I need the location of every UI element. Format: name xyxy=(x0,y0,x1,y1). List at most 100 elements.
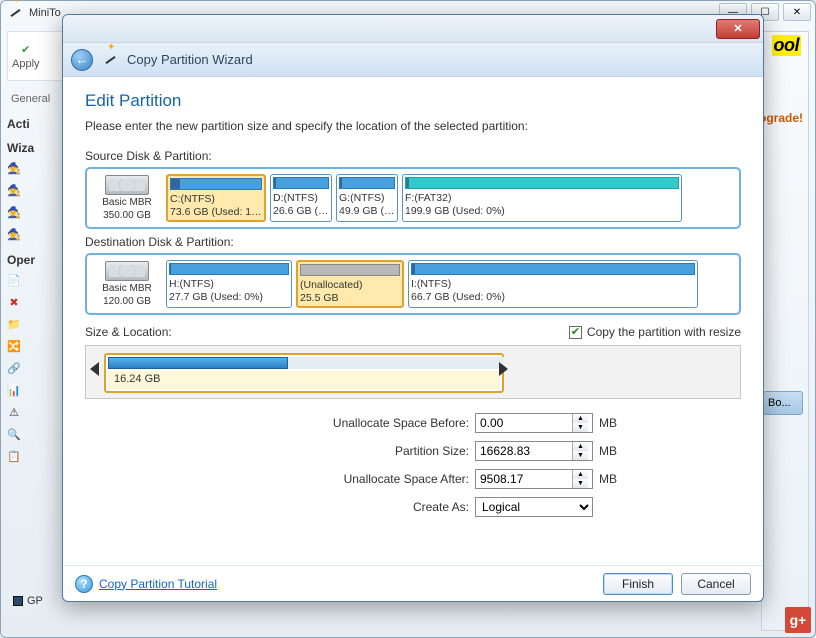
dialog-titlebar: ✕ xyxy=(63,15,763,43)
partition-block[interactable]: F:(FAT32)199.9 GB (Used: 0%) xyxy=(402,174,682,222)
apply-button[interactable]: ✔ Apply xyxy=(12,42,40,70)
dialog-footer: ? Copy Partition Tutorial Finish Cancel xyxy=(63,565,763,601)
check-icon: ✔ xyxy=(19,42,33,56)
tutorial-link[interactable]: Copy Partition Tutorial xyxy=(99,577,217,591)
partition-block[interactable]: C:(NTFS)73.6 GB (Used: 10% xyxy=(166,174,266,222)
input-partition-size[interactable]: ▲▼ xyxy=(475,441,593,461)
source-section-label: Source Disk & Partition: xyxy=(85,149,741,163)
create-as-select[interactable]: Logical xyxy=(475,497,593,517)
slider-value-label: 16.24 GB xyxy=(114,373,160,385)
space-before-field[interactable] xyxy=(476,414,572,432)
slider-handle-right[interactable] xyxy=(499,362,508,376)
disk-icon xyxy=(105,175,149,195)
partition-label: (Unallocated) xyxy=(300,279,400,292)
partition-block[interactable]: G:(NTFS)49.9 GB (Used xyxy=(336,174,398,222)
copy-with-resize-label: Copy the partition with resize xyxy=(587,325,741,339)
page-title: Edit Partition xyxy=(85,91,741,111)
partition-bar xyxy=(273,177,329,189)
row-create-as: Create As: Logical xyxy=(413,497,621,517)
sidebar-item[interactable]: 🧙 xyxy=(7,225,67,243)
op-icon: 🔀 xyxy=(7,339,21,353)
op-icon: 📋 xyxy=(7,449,21,463)
partition-size-field[interactable] xyxy=(476,442,572,460)
sidebar-item[interactable]: 🔀 xyxy=(7,337,67,355)
partition-label: D:(NTFS) xyxy=(273,192,329,205)
copy-with-resize-checkbox[interactable]: ✔ Copy the partition with resize xyxy=(569,325,741,339)
dialog-header: ← ✦ Copy Partition Wizard xyxy=(63,43,763,77)
partition-block[interactable]: D:(NTFS)26.6 GB (Used xyxy=(270,174,332,222)
partition-block[interactable]: I:(NTFS)66.7 GB (Used: 0%) xyxy=(408,260,698,308)
apply-label: Apply xyxy=(12,58,40,70)
partition-label: I:(NTFS) xyxy=(411,278,695,291)
dialog-body: Edit Partition Please enter the new part… xyxy=(63,77,763,565)
slider-range[interactable]: 16.24 GB xyxy=(104,353,504,393)
tab-general[interactable]: General xyxy=(7,91,67,107)
spin-up[interactable]: ▲ xyxy=(573,470,588,479)
dialog-close-button[interactable]: ✕ xyxy=(716,19,760,39)
partition-bar xyxy=(339,177,395,189)
slider-handle-left[interactable] xyxy=(90,362,99,376)
op-icon: 📄 xyxy=(7,273,21,287)
partition-sublabel: 49.9 GB (Used xyxy=(339,205,395,218)
sidebar-item[interactable]: 🔗 xyxy=(7,359,67,377)
sidebar-item[interactable]: 🔍 xyxy=(7,425,67,443)
op-icon: 🔗 xyxy=(7,361,21,375)
app-icon: ✦ xyxy=(6,4,24,22)
bo-button[interactable]: Bo... xyxy=(763,391,803,415)
partition-label: F:(FAT32) xyxy=(405,192,679,205)
upgrade-label[interactable]: ograde! xyxy=(759,111,803,125)
disk-size: 120.00 GB xyxy=(103,296,151,307)
partition-label: C:(NTFS) xyxy=(170,193,262,206)
parent-title-text: MiniTo xyxy=(29,7,61,19)
partition-bar xyxy=(405,177,679,189)
sidebar-item[interactable]: ⚠ xyxy=(7,403,67,421)
sidebar-item[interactable]: 🧙 xyxy=(7,181,67,199)
unit-label: MB xyxy=(599,472,621,486)
googleplus-button[interactable]: g+ xyxy=(785,607,811,633)
input-space-after[interactable]: ▲▼ xyxy=(475,469,593,489)
sidebar-item[interactable]: 📁 xyxy=(7,315,67,333)
parent-toolbar: ✔ Apply xyxy=(7,31,67,81)
sidebar-item[interactable]: ✖ xyxy=(7,293,67,311)
parent-close-button[interactable]: ✕ xyxy=(783,3,811,21)
dest-section-label: Destination Disk & Partition: xyxy=(85,235,741,249)
parent-title: ✦ MiniTo xyxy=(6,4,61,22)
partition-label: G:(NTFS) xyxy=(339,192,395,205)
dialog-header-title: Copy Partition Wizard xyxy=(127,52,253,67)
help-icon[interactable]: ? xyxy=(75,575,93,593)
spin-up[interactable]: ▲ xyxy=(573,414,588,423)
spin-down[interactable]: ▼ xyxy=(573,423,588,432)
partition-sublabel: 27.7 GB (Used: 0%) xyxy=(169,291,289,304)
partition-slider[interactable]: 16.24 GB xyxy=(85,345,741,399)
dest-disk-row: Basic MBR 120.00 GB H:(NTFS)27.7 GB (Use… xyxy=(85,253,741,315)
checkbox-icon: ✔ xyxy=(569,326,582,339)
partition-block[interactable]: H:(NTFS)27.7 GB (Used: 0%) xyxy=(166,260,292,308)
size-location-row: Size & Location: ✔ Copy the partition wi… xyxy=(85,325,741,339)
gp-label: GP xyxy=(27,595,43,607)
spin-up[interactable]: ▲ xyxy=(573,442,588,451)
sidebar-item[interactable]: 📋 xyxy=(7,447,67,465)
partition-block[interactable]: (Unallocated)25.5 GB xyxy=(296,260,404,308)
op-icon: 📊 xyxy=(7,383,21,397)
wizard-icon: 🧙 xyxy=(7,161,21,175)
spin-down[interactable]: ▼ xyxy=(573,451,588,460)
spin-down[interactable]: ▼ xyxy=(573,479,588,488)
sidebar-item[interactable]: 🧙 xyxy=(7,159,67,177)
sidebar-item[interactable]: 📄 xyxy=(7,271,67,289)
space-after-field[interactable] xyxy=(476,470,572,488)
dest-disk-block[interactable]: Basic MBR 120.00 GB xyxy=(92,260,162,308)
size-location-label: Size & Location: xyxy=(85,325,172,339)
row-space-before: Unallocate Space Before: ▲▼ MB xyxy=(333,413,621,433)
sidebar-item[interactable]: 🧙 xyxy=(7,203,67,221)
input-space-before[interactable]: ▲▼ xyxy=(475,413,593,433)
square-icon xyxy=(13,596,23,606)
source-disk-block[interactable]: Basic MBR 350.00 GB xyxy=(92,174,162,222)
sidebar-item[interactable]: 📊 xyxy=(7,381,67,399)
disk-icon xyxy=(105,261,149,281)
cancel-button[interactable]: Cancel xyxy=(681,573,751,595)
back-button[interactable]: ← xyxy=(71,49,93,71)
brand-logo: ool xyxy=(772,35,802,56)
partition-bar xyxy=(300,264,400,276)
finish-button[interactable]: Finish xyxy=(603,573,673,595)
partition-sublabel: 73.6 GB (Used: 10% xyxy=(170,206,262,219)
